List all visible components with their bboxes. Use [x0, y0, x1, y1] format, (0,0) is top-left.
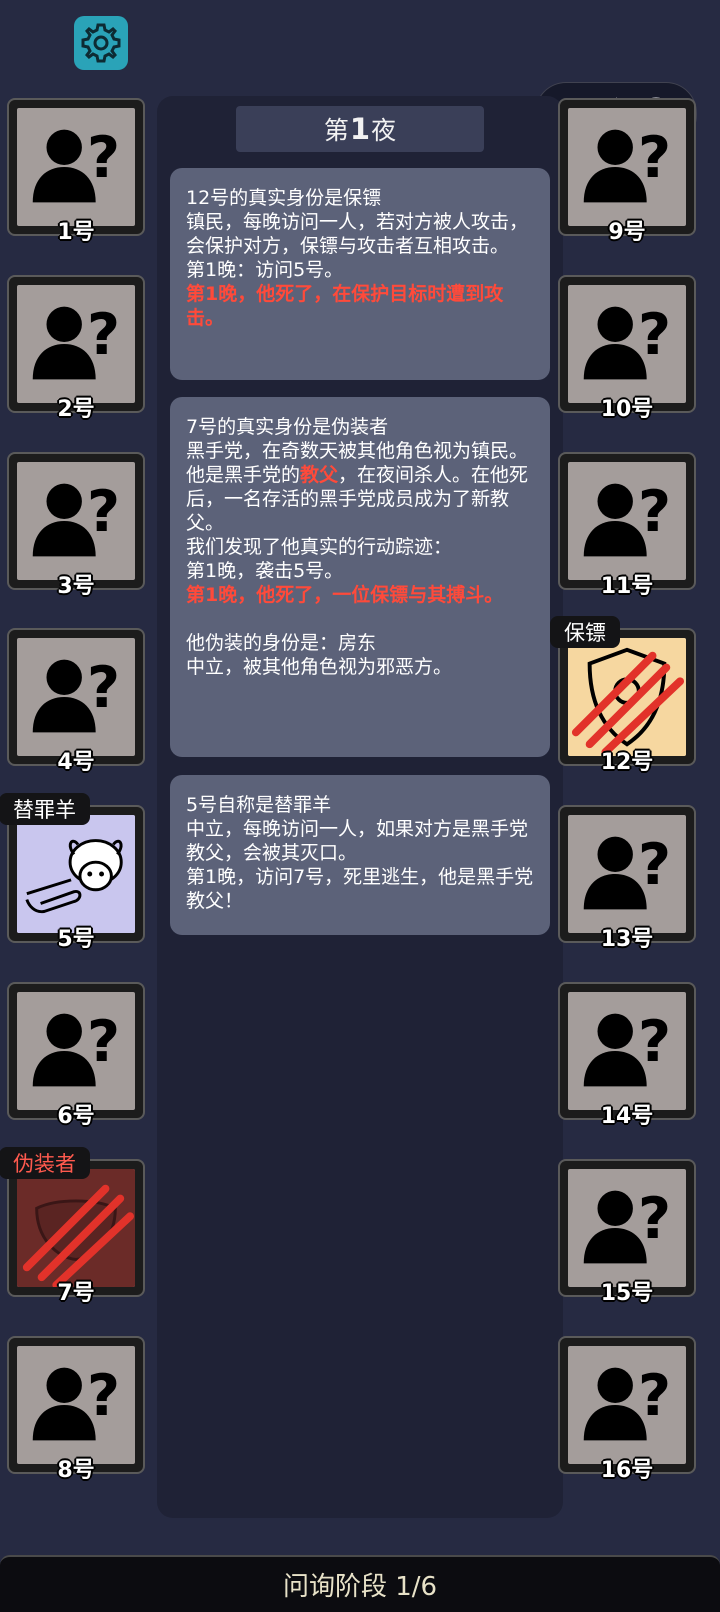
- player-number-label: 5号: [57, 927, 95, 952]
- player-slot-3[interactable]: ? 3号: [7, 452, 145, 599]
- player-slot-8[interactable]: ? 8号: [7, 1336, 145, 1483]
- unknown-player-icon: ?: [568, 108, 686, 226]
- unknown-player-icon: ?: [17, 462, 135, 580]
- player-slot-11[interactable]: ? 11号: [558, 452, 696, 599]
- player-number-label: 6号: [57, 1104, 95, 1129]
- night-suffix: 夜: [371, 116, 397, 145]
- player-number-label: 12号: [600, 750, 654, 775]
- player-slot-14[interactable]: ? 14号: [558, 982, 696, 1129]
- player-slot-6[interactable]: ? 6号: [7, 982, 145, 1129]
- player-number-label: 10号: [600, 397, 654, 422]
- player-slot-2[interactable]: ? 2号: [7, 275, 145, 422]
- svg-text:?: ?: [87, 1009, 120, 1075]
- player-slot-15[interactable]: ? 15号: [558, 1159, 696, 1306]
- svg-text:?: ?: [87, 302, 120, 368]
- card-line: 第1晚，访问7号，死里逃生，他是黑手党教父！: [186, 866, 534, 912]
- death-notice: 第1晚，他死了，一位保镖与其搏斗。: [186, 584, 504, 606]
- card-line: 7号的真实身份是伪装者: [186, 416, 389, 438]
- unknown-player-icon: ?: [568, 1169, 686, 1287]
- svg-text:?: ?: [638, 125, 671, 191]
- scapegoat-sheep-icon: [17, 815, 135, 933]
- phase-bar: 问询阶段 1/6: [0, 1555, 720, 1612]
- card-line: 中立，被其他角色视为邪恶方。: [186, 656, 453, 678]
- card-line: 他是黑手党的教父，在夜间杀人。在他死后，一名存活的黑手党成员成为了新教父。: [186, 464, 529, 534]
- unknown-player-icon: ?: [568, 992, 686, 1110]
- unknown-player-icon: ?: [568, 1346, 686, 1464]
- svg-text:?: ?: [87, 1363, 120, 1429]
- card-line: 镇民，每晚访问一人，若对方被人攻击，会保护对方，保镖与攻击者互相攻击。: [186, 211, 529, 257]
- card-line: 5号自称是替罪羊: [186, 794, 332, 816]
- player-slot-9[interactable]: ? 9号: [558, 98, 696, 245]
- card-line: 我们发现了他真实的行动踪迹：: [186, 536, 453, 558]
- night-number: 1: [349, 112, 371, 146]
- godfather-highlight: 教父: [300, 464, 339, 486]
- night-title: 第1夜: [236, 106, 484, 152]
- player-number-label: 15号: [600, 1281, 654, 1306]
- svg-text:?: ?: [638, 1009, 671, 1075]
- svg-text:?: ?: [87, 125, 120, 191]
- player-number-label: 7号: [57, 1281, 95, 1306]
- bodyguard-shield-slashed-icon: [568, 638, 686, 756]
- night-prefix: 第: [323, 116, 349, 145]
- card-line: 第1晚，袭击5号。: [186, 560, 344, 582]
- player-number-label: 2号: [57, 397, 95, 422]
- player-number-label: 14号: [600, 1104, 654, 1129]
- role-tag: 替罪羊: [0, 793, 90, 825]
- player-slot-4[interactable]: ? 4号: [7, 628, 145, 775]
- report-card-2: 7号的真实身份是伪装者 黑手党，在奇数天被其他角色视为镇民。 他是黑手党的教父，…: [170, 397, 550, 757]
- gear-icon: [81, 23, 121, 63]
- card-line: 中立，每晚访问一人，如果对方是黑手党教父，会被其灭口。: [186, 818, 529, 864]
- svg-text:?: ?: [638, 1363, 671, 1429]
- svg-text:?: ?: [638, 832, 671, 898]
- player-number-label: 4号: [57, 750, 95, 775]
- role-tag: 伪装者: [0, 1147, 90, 1179]
- player-number-label: 9号: [608, 220, 646, 245]
- disguiser-mask-slashed-icon: [17, 1169, 135, 1287]
- card-line: 他伪装的身份是：房东: [186, 632, 377, 654]
- report-card-3: 5号自称是替罪羊 中立，每晚访问一人，如果对方是黑手党教父，会被其灭口。 第1晚…: [170, 775, 550, 935]
- player-number-label: 16号: [600, 1458, 654, 1483]
- player-slot-13[interactable]: ? 13号: [558, 805, 696, 952]
- player-number-label: 3号: [57, 574, 95, 599]
- unknown-player-icon: ?: [568, 285, 686, 403]
- svg-text:?: ?: [87, 479, 120, 545]
- report-card-1: 12号的真实身份是保镖 镇民，每晚访问一人，若对方被人攻击，会保护对方，保镖与攻…: [170, 168, 550, 380]
- unknown-player-icon: ?: [17, 992, 135, 1110]
- player-slot-1[interactable]: ? 1号: [7, 98, 145, 245]
- player-number-label: 1号: [57, 220, 95, 245]
- svg-text:?: ?: [638, 1186, 671, 1252]
- player-slot-10[interactable]: ? 10号: [558, 275, 696, 422]
- death-notice: 第1晚，他死了，在保护目标时遭到攻击。: [186, 283, 504, 329]
- settings-gear-button[interactable]: [74, 16, 128, 70]
- unknown-player-icon: ?: [17, 108, 135, 226]
- svg-text:?: ?: [87, 655, 120, 721]
- svg-text:?: ?: [638, 302, 671, 368]
- unknown-player-icon: ?: [568, 462, 686, 580]
- player-slot-5[interactable]: 替罪羊 5号: [0, 793, 145, 952]
- unknown-player-icon: ?: [17, 285, 135, 403]
- player-number-label: 11号: [600, 574, 654, 599]
- player-slot-12[interactable]: 保镖 12号: [550, 616, 696, 775]
- role-tag: 保镖: [550, 616, 620, 648]
- player-slot-7[interactable]: 伪装者 7号: [0, 1147, 145, 1306]
- svg-text:?: ?: [638, 479, 671, 545]
- card-line: 12号的真实身份是保镖: [186, 187, 382, 209]
- player-number-label: 13号: [600, 927, 654, 952]
- unknown-player-icon: ?: [17, 638, 135, 756]
- unknown-player-icon: ?: [568, 815, 686, 933]
- card-line: 黑手党，在奇数天被其他角色视为镇民。: [186, 440, 529, 462]
- player-number-label: 8号: [57, 1458, 95, 1483]
- unknown-player-icon: ?: [17, 1346, 135, 1464]
- card-line: 第1晚：访问5号。: [186, 259, 344, 281]
- phase-label: 问询阶段 1/6: [282, 1572, 438, 1602]
- player-slot-16[interactable]: ? 16号: [558, 1336, 696, 1483]
